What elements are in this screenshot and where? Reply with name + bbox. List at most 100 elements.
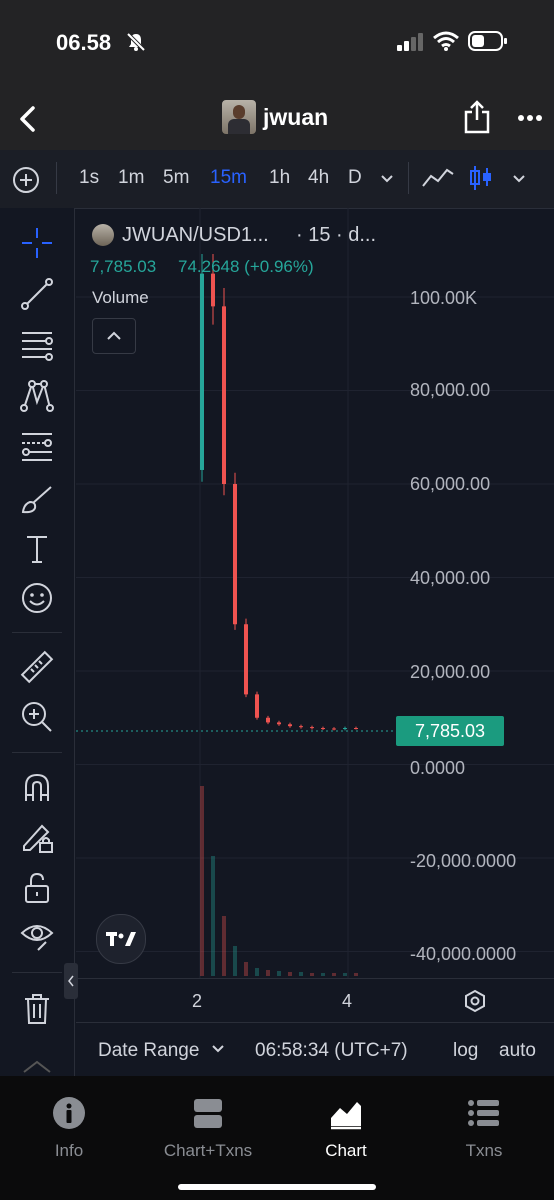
lock-drawing-tool[interactable] xyxy=(18,818,56,856)
candle-body xyxy=(222,306,226,484)
candle-body xyxy=(266,717,270,723)
legend-symbol[interactable]: JWUAN/USD1... xyxy=(122,224,269,247)
nav-info-label: Info xyxy=(54,1141,84,1160)
volume-bar xyxy=(200,786,204,976)
tradingview-logo[interactable] xyxy=(96,914,146,964)
more-icon[interactable] xyxy=(517,114,543,122)
trend-line-icon xyxy=(21,278,53,310)
line-chart-icon[interactable] xyxy=(421,166,455,190)
volume-label: Volume xyxy=(92,288,149,307)
price-chart[interactable]: JWUAN/USD1... · 15 · d... 7,785.03 74.26… xyxy=(76,208,554,978)
clock-timezone[interactable]: 06:58:34 (UTC+7) xyxy=(255,1040,408,1062)
timeframe-1h[interactable]: 1h xyxy=(269,167,290,189)
candlestick-icon[interactable] xyxy=(468,164,494,192)
chevron-down-icon[interactable] xyxy=(380,174,394,184)
volume-bar xyxy=(277,971,281,976)
candle-body xyxy=(332,728,336,730)
toolbar-divider xyxy=(12,752,62,753)
text-tool[interactable] xyxy=(18,530,56,568)
y-axis-label: 60,000.00 xyxy=(410,474,491,494)
candle-body xyxy=(244,624,248,695)
pattern-tool[interactable] xyxy=(18,376,56,414)
volume-bar xyxy=(343,973,347,976)
nav-txns[interactable]: Txns xyxy=(424,1096,544,1161)
candle-body xyxy=(288,724,292,727)
text-icon xyxy=(27,536,47,563)
volume-bar xyxy=(354,973,358,976)
back-icon[interactable] xyxy=(18,105,38,133)
zoom-in-icon xyxy=(22,702,52,732)
bottom-nav: Info Chart+Txns Chart Txns xyxy=(0,1076,554,1200)
last-price-value: 7,785.03 xyxy=(414,720,486,741)
emoji-tool[interactable] xyxy=(18,579,56,617)
settings-hexagon-icon[interactable] xyxy=(464,989,486,1013)
x-axis: 2 4 xyxy=(76,978,554,1023)
nav-chart[interactable]: Chart xyxy=(286,1096,406,1161)
drawing-toolbar xyxy=(0,208,75,1076)
candle-body xyxy=(310,727,314,729)
trend-line-tool[interactable] xyxy=(18,275,56,313)
brush-icon xyxy=(21,486,52,514)
chevron-up-icon xyxy=(107,331,121,340)
timeframe-1s[interactable]: 1s xyxy=(79,167,99,189)
candle-body xyxy=(233,484,237,625)
nav-info[interactable]: Info xyxy=(9,1096,129,1161)
volume-bar xyxy=(222,916,226,976)
timeframe-D[interactable]: D xyxy=(348,167,362,189)
chart-type-chevron-icon[interactable] xyxy=(512,174,526,184)
y-axis-label: 80,000.00 xyxy=(410,380,491,400)
magnet-icon xyxy=(25,773,49,801)
magnet-tool[interactable] xyxy=(18,769,56,807)
volume-bar xyxy=(244,962,248,976)
candle-body xyxy=(200,273,204,470)
brush-tool[interactable] xyxy=(18,480,56,518)
date-range-chevron-icon[interactable] xyxy=(212,1045,224,1054)
timeframe-toolbar: 1s 1m 5m 15m 1h 4h D xyxy=(0,150,554,209)
measure-tool[interactable] xyxy=(18,648,56,686)
timeframe-1m[interactable]: 1m xyxy=(118,167,144,189)
nav-txns-label: Txns xyxy=(465,1141,503,1160)
chart-bottom-bar: Date Range 06:58:34 (UTC+7) log auto xyxy=(76,1022,554,1077)
add-icon[interactable] xyxy=(12,166,40,194)
more-tools-chevron-icon[interactable] xyxy=(22,1060,52,1074)
chart-txns-icon xyxy=(194,1099,222,1128)
volume-bar xyxy=(255,968,259,976)
battery-icon xyxy=(468,31,507,51)
header-bar: jwuan xyxy=(0,90,554,150)
zoom-in-tool[interactable] xyxy=(18,698,56,736)
candle-body xyxy=(211,273,215,307)
pencil-lock-icon xyxy=(23,824,53,853)
share-icon[interactable] xyxy=(464,100,490,134)
volume-bar xyxy=(310,973,314,976)
timeframe-4h[interactable]: 4h xyxy=(308,167,329,189)
nav-chart-txns[interactable]: Chart+Txns xyxy=(148,1096,268,1161)
legend-interval: · 15 · d... xyxy=(296,224,377,246)
visibility-tool[interactable] xyxy=(18,916,56,954)
volume-bar xyxy=(266,970,270,976)
y-axis-label: -40,000.0000 xyxy=(410,944,517,964)
timeframe-5m[interactable]: 5m xyxy=(163,167,189,189)
candle-body xyxy=(354,728,358,730)
auto-toggle[interactable]: auto xyxy=(499,1040,536,1062)
legend-avatar xyxy=(92,224,114,246)
log-toggle[interactable]: log xyxy=(453,1040,478,1062)
volume-bar xyxy=(233,946,237,976)
candle-body xyxy=(299,726,303,728)
horizontal-lines-tool[interactable] xyxy=(18,325,56,363)
delete-tool[interactable] xyxy=(18,990,56,1028)
date-range-button[interactable]: Date Range xyxy=(98,1040,199,1062)
chevron-left-icon xyxy=(68,975,74,987)
x-axis-label: 4 xyxy=(342,991,353,1011)
timeframe-15m[interactable]: 15m xyxy=(210,167,247,189)
lock-tool[interactable] xyxy=(18,869,56,907)
smiley-icon xyxy=(22,583,52,613)
legend-change: 74.2648 (+0.96%) xyxy=(178,257,314,276)
candle-body xyxy=(321,728,325,730)
volume-bar xyxy=(321,973,325,976)
nav-chart-label: Chart xyxy=(325,1141,367,1160)
collapse-legend-button[interactable] xyxy=(92,318,136,354)
fib-retracement-icon xyxy=(22,433,52,461)
unlock-icon xyxy=(25,872,49,903)
crosshair-tool[interactable] xyxy=(18,224,56,262)
fib-tool[interactable] xyxy=(18,428,56,466)
